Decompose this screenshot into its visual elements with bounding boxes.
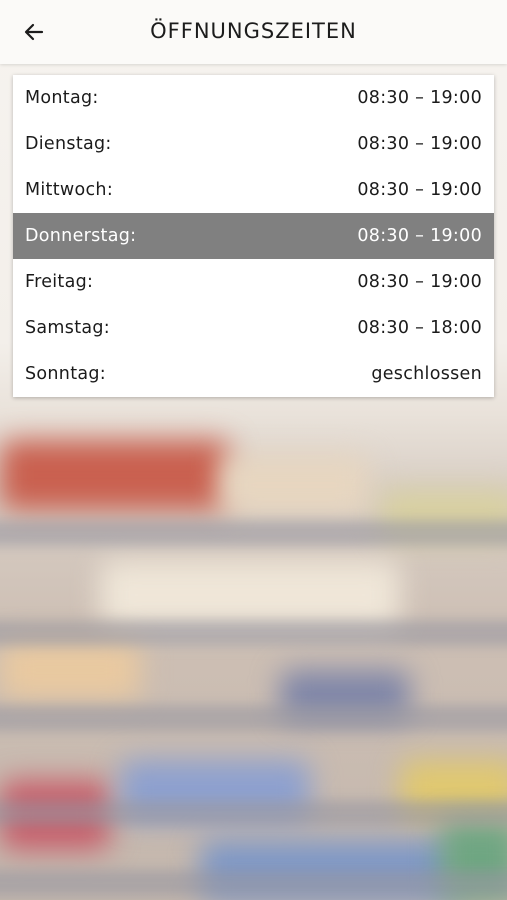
day-label: Mittwoch: [25, 180, 114, 200]
time-value: 08:30 – 19:00 [357, 88, 482, 108]
day-label: Samstag: [25, 318, 110, 338]
day-label: Dienstag: [25, 134, 112, 154]
time-value: geschlossen [371, 364, 482, 384]
hours-row-tuesday: Dienstag: 08:30 – 19:00 [13, 121, 494, 167]
time-value: 08:30 – 19:00 [357, 272, 482, 292]
hours-row-sunday: Sonntag: geschlossen [13, 351, 494, 397]
opening-hours-card: Montag: 08:30 – 19:00 Dienstag: 08:30 – … [13, 75, 494, 397]
hours-row-friday: Freitag: 08:30 – 19:00 [13, 259, 494, 305]
page-title: ÖFFNUNGSZEITEN [150, 19, 357, 43]
time-value: 08:30 – 19:00 [357, 180, 482, 200]
time-value: 08:30 – 19:00 [357, 134, 482, 154]
day-label: Freitag: [25, 272, 94, 292]
day-label: Sonntag: [25, 364, 106, 384]
hours-row-wednesday: Mittwoch: 08:30 – 19:00 [13, 167, 494, 213]
hours-row-monday: Montag: 08:30 – 19:00 [13, 75, 494, 121]
hours-row-thursday: Donnerstag: 08:30 – 19:00 [13, 213, 494, 259]
hours-row-saturday: Samstag: 08:30 – 18:00 [13, 305, 494, 351]
day-label: Donnerstag: [25, 226, 137, 246]
day-label: Montag: [25, 88, 99, 108]
app-header: ÖFFNUNGSZEITEN [0, 0, 507, 64]
time-value: 08:30 – 18:00 [357, 318, 482, 338]
time-value: 08:30 – 19:00 [357, 226, 482, 246]
